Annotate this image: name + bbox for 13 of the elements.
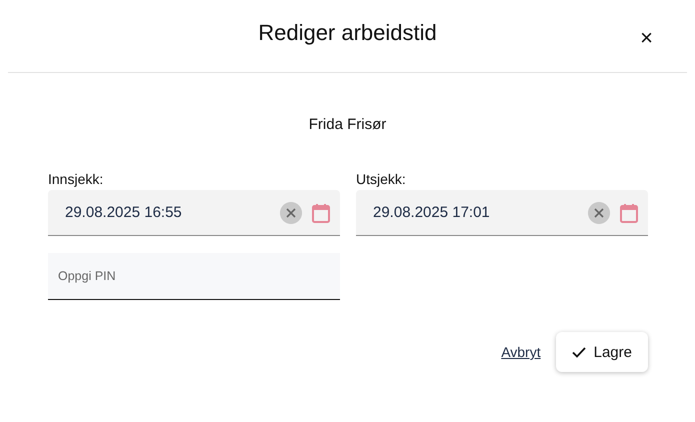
- close-button[interactable]: ×: [640, 28, 653, 48]
- clear-icon[interactable]: [588, 202, 610, 224]
- checkmark-icon: [572, 346, 586, 358]
- field-label: Innsjekk:: [48, 170, 104, 189]
- pin-field[interactable]: Oppgi PIN: [48, 253, 340, 300]
- date-time-field[interactable]: 29.08.2025 17:01: [356, 190, 648, 236]
- cancel-link[interactable]: Avbryt: [501, 344, 541, 360]
- clear-icon[interactable]: [280, 202, 302, 224]
- dialog-title: Rediger arbeidstid: [258, 20, 437, 47]
- field-label: Utsjekk:: [356, 170, 407, 189]
- employee-name: Frida Frisør: [308, 116, 388, 135]
- date-time-field[interactable]: 29.08.2025 16:55: [48, 190, 340, 236]
- save-button[interactable]: Lagre: [556, 332, 648, 372]
